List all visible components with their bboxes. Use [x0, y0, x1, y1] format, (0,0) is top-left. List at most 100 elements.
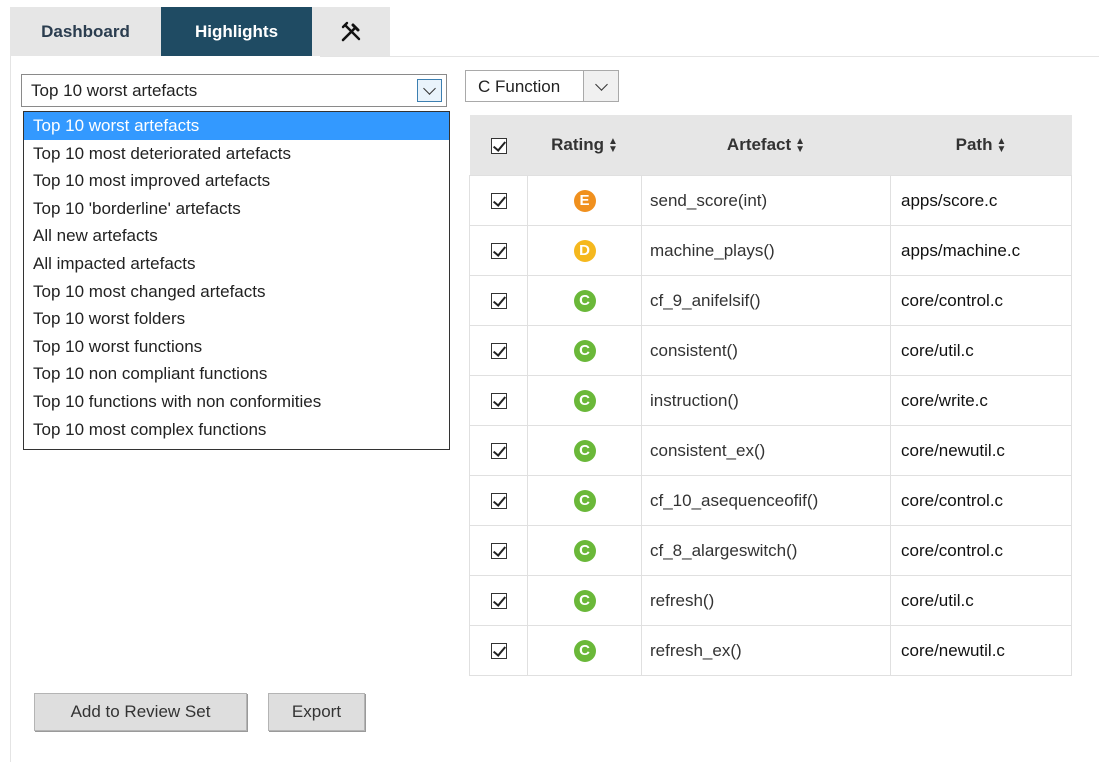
dropdown-option[interactable]: All impacted artefacts	[24, 250, 449, 278]
row-select-cell[interactable]	[469, 275, 528, 326]
artefact-cell[interactable]: instruction()	[641, 375, 891, 426]
select-all-checkbox[interactable]	[490, 137, 507, 154]
row-checkbox[interactable]	[490, 293, 507, 310]
dropdown-option[interactable]: Top 10 most deteriorated artefacts	[24, 140, 449, 168]
sort-icon: ▲ ▼	[996, 135, 1007, 155]
path-cell: core/control.c	[890, 525, 1072, 576]
table-row[interactable]: Ccf_8_alargeswitch() core/control.c	[469, 525, 1072, 576]
artefact-header-label: Artefact	[726, 135, 792, 154]
artefact-cell[interactable]: consistent_ex()	[641, 425, 891, 476]
table-row[interactable]: Cconsistent() core/util.c	[469, 325, 1072, 376]
row-select-cell[interactable]	[469, 325, 528, 376]
artefact-cell[interactable]: refresh_ex()	[641, 625, 891, 676]
rating-cell: C	[527, 475, 642, 526]
row-checkbox[interactable]	[490, 193, 507, 210]
path-cell: apps/machine.c	[890, 225, 1072, 276]
dropdown-option[interactable]: Top 10 most complex functions	[24, 416, 449, 444]
artefact-cell[interactable]: send_score(int)	[641, 175, 891, 226]
path-cell: core/newutil.c	[890, 425, 1072, 476]
export-button[interactable]: Export	[268, 693, 365, 731]
row-checkbox[interactable]	[490, 593, 507, 610]
table-row[interactable]: Cconsistent_ex() core/newutil.c	[469, 425, 1072, 476]
row-checkbox[interactable]	[490, 243, 507, 260]
table-row[interactable]: Dmachine_plays() apps/machine.c	[469, 225, 1072, 276]
dropdown-option[interactable]: Top 10 worst functions	[24, 333, 449, 361]
tab-bar: Dashboard Highlights	[10, 7, 390, 56]
row-checkbox[interactable]	[490, 393, 507, 410]
dropdown-option[interactable]: Top 10 worst artefacts	[24, 112, 449, 140]
add-to-review-set-button[interactable]: Add to Review Set	[34, 693, 247, 731]
row-select-cell[interactable]	[469, 175, 528, 226]
rating-badge: C	[573, 289, 596, 312]
rating-cell: C	[527, 575, 642, 626]
row-select-cell[interactable]	[469, 375, 528, 426]
artefact-cell[interactable]: cf_9_anifelsif()	[641, 275, 891, 326]
column-header-artefact[interactable]: Artefact ▲ ▼	[641, 115, 891, 176]
table-row[interactable]: Ccf_10_asequenceofif() core/control.c	[469, 475, 1072, 526]
artefact-cell[interactable]: refresh()	[641, 575, 891, 626]
row-checkbox[interactable]	[490, 643, 507, 660]
tools-icon	[341, 21, 361, 41]
artefact-cell[interactable]: machine_plays()	[641, 225, 891, 276]
path-cell: core/write.c	[890, 375, 1072, 426]
path-cell: core/util.c	[890, 575, 1072, 626]
artefact-type-value: C Function	[478, 77, 561, 96]
column-header-rating[interactable]: Rating ▲ ▼	[527, 115, 642, 176]
path-cell: core/newutil.c	[890, 625, 1072, 676]
artefact-cell[interactable]: cf_10_asequenceofif()	[641, 475, 891, 526]
rating-cell: C	[527, 625, 642, 676]
tab-underline	[320, 56, 1099, 57]
row-select-cell[interactable]	[469, 575, 528, 626]
row-select-cell[interactable]	[469, 225, 528, 276]
highlight-select[interactable]: Top 10 worst artefacts	[21, 74, 447, 107]
dropdown-option[interactable]: All new artefacts	[24, 222, 449, 250]
row-select-cell[interactable]	[469, 625, 528, 676]
tab-highlights[interactable]: Highlights	[161, 7, 312, 56]
rating-cell: C	[527, 325, 642, 376]
table-row[interactable]: Crefresh() core/util.c	[469, 575, 1072, 626]
table-row[interactable]: Ccf_9_anifelsif() core/control.c	[469, 275, 1072, 326]
dropdown-option[interactable]: Top 10 most changed artefacts	[24, 278, 449, 306]
dropdown-option[interactable]: Top 10 most improved artefacts	[24, 167, 449, 195]
artefact-cell[interactable]: cf_8_alargeswitch()	[641, 525, 891, 576]
rating-header-label: Rating	[551, 135, 604, 154]
table-row[interactable]: Crefresh_ex() core/newutil.c	[469, 625, 1072, 676]
rating-badge: C	[573, 339, 596, 362]
row-select-cell[interactable]	[469, 425, 528, 476]
rating-cell: E	[527, 175, 642, 226]
rating-badge: C	[573, 389, 596, 412]
rating-cell: C	[527, 375, 642, 426]
artefact-table: Rating ▲ ▼ Artefact ▲ ▼ Path ▲ ▼ Esend_score(i…	[469, 115, 1072, 676]
row-checkbox[interactable]	[490, 343, 507, 360]
panel-border	[10, 56, 11, 762]
artefact-type-button[interactable]	[584, 70, 619, 102]
highlight-dropdown-list: Top 10 worst artefacts Top 10 most deteri…	[23, 111, 450, 450]
select-all-header[interactable]	[469, 115, 528, 176]
rating-badge: C	[573, 539, 596, 562]
artefact-cell[interactable]: consistent()	[641, 325, 891, 376]
tab-dashboard[interactable]: Dashboard	[10, 7, 161, 56]
highlight-select-button[interactable]	[417, 79, 442, 102]
rating-badge: C	[573, 589, 596, 612]
rating-badge: C	[573, 489, 596, 512]
dropdown-option[interactable]: Top 10 non compliant functions	[24, 360, 449, 388]
dropdown-option[interactable]: Top 10 'borderline' artefacts	[24, 195, 449, 223]
artefact-type-value-box[interactable]: C Function	[465, 70, 584, 102]
artefact-type-select[interactable]: C Function	[465, 70, 621, 102]
table-row[interactable]: Cinstruction() core/write.c	[469, 375, 1072, 426]
rating-cell: C	[527, 275, 642, 326]
dropdown-option[interactable]: Top 10 worst folders	[24, 305, 449, 333]
dropdown-option[interactable]: Top 10 functions with non conformities	[24, 388, 449, 416]
row-checkbox[interactable]	[490, 493, 507, 510]
row-select-cell[interactable]	[469, 525, 528, 576]
sort-icon: ▲ ▼	[795, 135, 806, 155]
rating-badge: D	[573, 239, 596, 262]
table-row[interactable]: Esend_score(int) apps/score.c	[469, 175, 1072, 226]
artefact-table-body: Esend_score(int) apps/score.c Dmachine_pla…	[469, 175, 1072, 676]
column-header-path[interactable]: Path ▲ ▼	[890, 115, 1072, 176]
row-checkbox[interactable]	[490, 443, 507, 460]
row-checkbox[interactable]	[490, 543, 507, 560]
tab-tools[interactable]	[312, 7, 390, 56]
row-select-cell[interactable]	[469, 475, 528, 526]
highlight-select-value: Top 10 worst artefacts	[31, 81, 198, 100]
